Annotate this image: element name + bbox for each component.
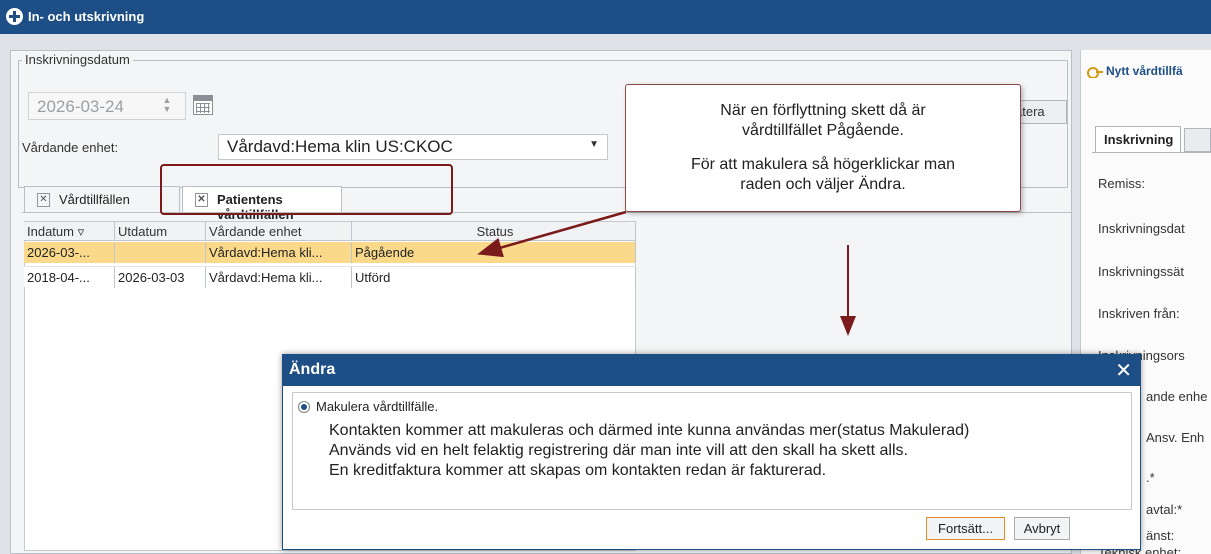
cell-enhet: Vårdavd:Hema kli... bbox=[206, 242, 352, 263]
care-unit-value: Vårdavd:Hema klin US:CKOC bbox=[227, 137, 453, 156]
plus-circle-icon bbox=[6, 8, 23, 25]
tab-label: Vårdtillfällen bbox=[59, 192, 130, 207]
void-option-label[interactable]: Makulera vårdtillfälle. bbox=[316, 399, 438, 414]
key-icon bbox=[1087, 66, 1103, 78]
care-unit-select[interactable]: Vårdavd:Hema klin US:CKOC ▼ bbox=[218, 134, 608, 160]
cell-status: Utförd bbox=[352, 267, 636, 288]
tab-secondary[interactable] bbox=[1184, 128, 1211, 152]
care-unit-label: Vårdande enhet: bbox=[22, 140, 119, 155]
cell-utdatum bbox=[115, 242, 206, 263]
cell-indatum: 2018-04-... bbox=[24, 267, 115, 288]
dialog-title: Ändra bbox=[289, 361, 336, 378]
annotation-callout: När en förflyttning skett då är vårdtill… bbox=[625, 84, 1021, 212]
description-line: En kreditfaktura kommer att skapas om ko… bbox=[329, 462, 827, 479]
column-header-indatum[interactable]: Indatum ▿ bbox=[24, 222, 115, 241]
grid-header: Indatum ▿ Utdatum Vårdande enhet Status bbox=[24, 222, 636, 241]
change-dialog: Ändra ✕ Makulera vårdtillfälle. Kontakte… bbox=[282, 354, 1141, 550]
calendar-icon[interactable] bbox=[193, 95, 213, 115]
description-line: Kontakten kommer att makuleras och därme… bbox=[329, 422, 970, 439]
column-header-enhet[interactable]: Vårdande enhet bbox=[206, 222, 352, 241]
table-row[interactable]: 2026-03-... Vårdavd:Hema kli... Pågående bbox=[24, 242, 636, 263]
annotation-highlight bbox=[160, 164, 453, 215]
field-label: Ansv. Enh bbox=[1146, 430, 1205, 445]
void-option-radio[interactable] bbox=[298, 401, 310, 413]
field-label: Remiss: bbox=[1098, 176, 1145, 191]
cancel-button[interactable]: Avbryt bbox=[1014, 517, 1070, 540]
field-label: änst: bbox=[1146, 528, 1175, 543]
cell-status: Pågående bbox=[352, 242, 636, 263]
field-label: .* bbox=[1146, 470, 1155, 485]
tab-inskrivning[interactable]: Inskrivning bbox=[1095, 126, 1181, 152]
column-header-status[interactable]: Status bbox=[352, 222, 636, 241]
callout-line: vårdtillfället Pågående. bbox=[742, 122, 904, 139]
field-label: ande enhe bbox=[1146, 389, 1208, 404]
description-line: Används vid en helt felaktig registrerin… bbox=[329, 442, 908, 459]
callout-line: För att makulera så högerklickar man bbox=[690, 156, 956, 173]
column-header-utdatum[interactable]: Utdatum bbox=[115, 222, 206, 241]
continue-button[interactable]: Fortsätt... bbox=[926, 517, 1005, 540]
callout-line: När en förflyttning skett då är bbox=[720, 102, 926, 119]
close-icon[interactable]: ✕ bbox=[1115, 358, 1132, 383]
new-episode-title: Nytt vårdtillfä bbox=[1087, 64, 1211, 78]
callout-line: raden och väljer Ändra. bbox=[740, 176, 906, 193]
tab-vardtillfallen[interactable]: ✕ Vårdtillfällen bbox=[24, 186, 180, 213]
option-description: Kontakten kommer att makuleras och därme… bbox=[329, 421, 969, 481]
field-label: avtal:* bbox=[1146, 502, 1183, 517]
date-spinner[interactable]: ▲ ▼ bbox=[160, 96, 174, 116]
cell-enhet: Vårdavd:Hema kli... bbox=[206, 267, 352, 288]
field-label: Inskriven från: bbox=[1098, 306, 1180, 321]
field-label: Inskrivningsdat bbox=[1098, 221, 1185, 236]
window-titlebar: In- och utskrivning bbox=[0, 0, 1211, 34]
dialog-titlebar: Ändra ✕ bbox=[283, 355, 1140, 386]
table-row[interactable]: 2018-04-... 2026-03-03 Vårdavd:Hema kli.… bbox=[24, 266, 636, 288]
checkbox-x-icon: ✕ bbox=[37, 193, 50, 207]
tab-divider bbox=[1092, 152, 1211, 153]
cell-utdatum: 2026-03-03 bbox=[115, 267, 206, 288]
admission-group-label: Inskrivningsdatum bbox=[22, 52, 133, 67]
field-label: Inskrivningssät bbox=[1098, 264, 1184, 279]
window-title: In- och utskrivning bbox=[28, 9, 145, 24]
dropdown-arrow-icon: ▼ bbox=[589, 139, 599, 150]
cell-indatum: 2026-03-... bbox=[24, 242, 115, 263]
